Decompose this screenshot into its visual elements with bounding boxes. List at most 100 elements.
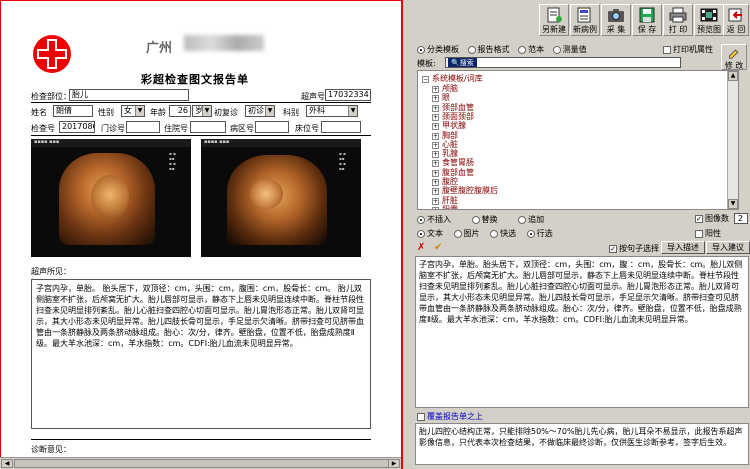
print-attr-row: 打印机属性 [663,44,715,55]
new-case-icon [577,7,591,23]
inpatient-field[interactable] [190,121,226,133]
tree-item-label: 胆囊 [442,204,458,210]
diagnosis-label: 诊断意见： [31,445,71,454]
chevron-down-icon: ▼ [202,106,211,116]
print-attr-checkbox[interactable] [663,45,671,54]
findings-divider [31,439,371,440]
radio-sample[interactable] [518,45,527,54]
template-label: 模板: [417,59,436,68]
toolbar-button-capture[interactable]: 采 集 [601,4,631,36]
outpatient-label: 门诊号 [101,124,125,133]
visit-select[interactable]: 初诊 ▼ [245,105,275,117]
bed-label: 床位号 [295,124,319,133]
header-divider [31,102,371,103]
toolbar-button-save[interactable]: 保 存 [632,4,662,36]
scroll-down-icon[interactable]: ▼ [728,199,738,209]
chevron-down-icon: ▼ [265,106,274,116]
control-panel: 另新建 新病例 采 集 保 存 打 印 预览图 返 回 分类模板 报告格式 范本… [405,0,750,469]
advice-textarea[interactable]: 胎儿四腔心结构正常，只能排除50%～70%胎儿先心病，胎儿耳朵不易显示，此报告系… [415,423,749,465]
image-count-row: ✓ 图像数 2 [695,213,750,224]
radio-line-select[interactable] [526,229,535,238]
image-2-header: ▪▪▪▪ ▪▪▪ [201,139,361,147]
expand-icon[interactable]: + [432,206,439,209]
checkmark-icon[interactable]: ✔ [434,242,442,253]
exam-part-field[interactable]: 胎儿 [69,89,189,101]
overwrite-checkbox[interactable] [417,412,425,421]
modify-button[interactable]: 修 改 [721,44,747,70]
radio-append[interactable] [518,215,527,224]
line-choose-checkbox[interactable]: ✓ [609,244,617,253]
exam-no-field[interactable]: 20170865 [59,121,95,133]
report-page: 广州 彩超检查图文报告单 检查部位： 胎儿 超声号 17032334 姓名 朗倩… [0,0,401,469]
delete-icon[interactable]: ✗ [417,242,425,253]
return-icon [728,8,742,22]
toolbar-button-return[interactable]: 返 回 [723,4,749,36]
radio-replace[interactable] [471,215,480,224]
visit-value: 初诊 [248,106,264,115]
hospital-cross-logo [33,35,71,73]
fetal-face-1 [91,175,129,219]
scroll-left-icon[interactable]: ◀ [1,459,13,468]
dept-value: 外科 [309,106,325,115]
select-mode-row: 文本 图片 快选 行选 [417,228,555,239]
radio-category-template[interactable] [417,45,425,54]
exam-part-label: 检查部位： [31,92,71,101]
outpatient-field[interactable] [126,121,160,133]
scroll-right-icon[interactable]: ▶ [388,459,400,468]
gender-label: 性别 [98,108,114,117]
report-title: 彩超检查图文报告单 [141,73,249,86]
collapse-icon[interactable]: − [422,76,429,83]
age-field[interactable]: 26 [169,105,191,117]
ultrasound-image-1[interactable]: ▪▪▪▪ ▪▪▪ ▪ ▪ ▪▪ ▪ ▪ ▪▪ [31,139,191,257]
exam-no-label: 检查号 [31,124,55,133]
camera-icon [608,9,624,22]
name-label: 姓名 [31,108,47,117]
template-tree[interactable]: − 系统模板/词库 + 颅脑 + 眼 + 颈部血管 + 颈面颈部 + 甲状腺 + 胸部 + 心脏 + 乳腺 + 食管… [417,70,739,210]
template-search-field[interactable]: 🔍搜索 [445,57,681,68]
radio-image[interactable] [453,229,462,238]
radio-report-format[interactable] [467,45,476,54]
image-2-params: ▪ ▪ ▪▪ ▪ ▪ ▪▪ [339,151,346,171]
radio-text[interactable] [417,229,425,238]
gender-select[interactable]: 女 ▼ [121,105,145,117]
positive-checkbox[interactable] [695,229,703,238]
scroll-thumb[interactable] [14,459,394,468]
findings-textarea[interactable]: 子宫内孕，单胎。 胎头居下，双顶径：cm，头围：cm，腹围：cm，股骨长：cm。… [31,279,371,429]
ultrasound-no-field[interactable]: 17032334 [325,89,371,101]
action-icons-row: ✗ ✔ [417,242,444,253]
toolbar-button-new-case[interactable]: 新病例 [570,4,600,36]
scroll-up-icon[interactable]: ▲ [728,71,738,81]
dept-label: 科别 [283,108,299,117]
dept-select[interactable]: 外科 ▼ [306,105,358,117]
visit-label: 初复诊 [214,108,238,117]
radio-no-insert[interactable] [417,215,425,224]
horizontal-scrollbar[interactable]: ◀ ▶ [0,457,401,469]
radio-measure[interactable] [552,45,561,54]
bed-field[interactable] [321,121,361,133]
import-advice-button[interactable]: 导入建议 [706,241,750,254]
ultrasound-image-2[interactable]: ▪▪▪▪ ▪▪▪ ▪ ▪ ▪▪ ▪ ▪ ▪▪ [201,139,361,257]
ultrasound-no-label: 超声号 [301,92,325,101]
search-tag: 🔍搜索 [448,58,477,67]
radio-quick-select[interactable] [490,229,499,238]
tree-item[interactable]: +胆囊 [432,204,458,210]
name-field[interactable]: 朗倩 [53,105,93,117]
age-unit-select[interactable]: 岁 ▼ [192,105,212,117]
ward-field[interactable] [255,121,289,133]
print-icon [669,7,687,23]
search-icon: 🔍 [451,59,460,67]
import-description-button[interactable]: 导入描述 [661,241,705,254]
image-count-field[interactable]: 2 [733,213,748,224]
image-count-checkbox[interactable]: ✓ [695,214,703,223]
description-textarea[interactable]: 子宫内孕，单胎。胎头居下，双顶径：cm，头围：cm，腹 ：cm，股骨长：cm。胎… [415,256,749,408]
toolbar-button-new[interactable]: 另新建 [539,4,569,36]
findings-label: 超声所见： [31,267,71,276]
new-doc-icon [547,7,562,23]
edit-icon [729,49,739,59]
toolbar-button-preview[interactable]: 预览图 [694,4,724,36]
gender-value: 女 [124,106,132,115]
fetal-face-2 [249,179,283,209]
toolbar-button-print[interactable]: 打 印 [663,4,693,36]
tree-scrollbar[interactable]: ▲ ▼ [727,71,738,209]
chevron-down-icon: ▼ [348,106,357,116]
